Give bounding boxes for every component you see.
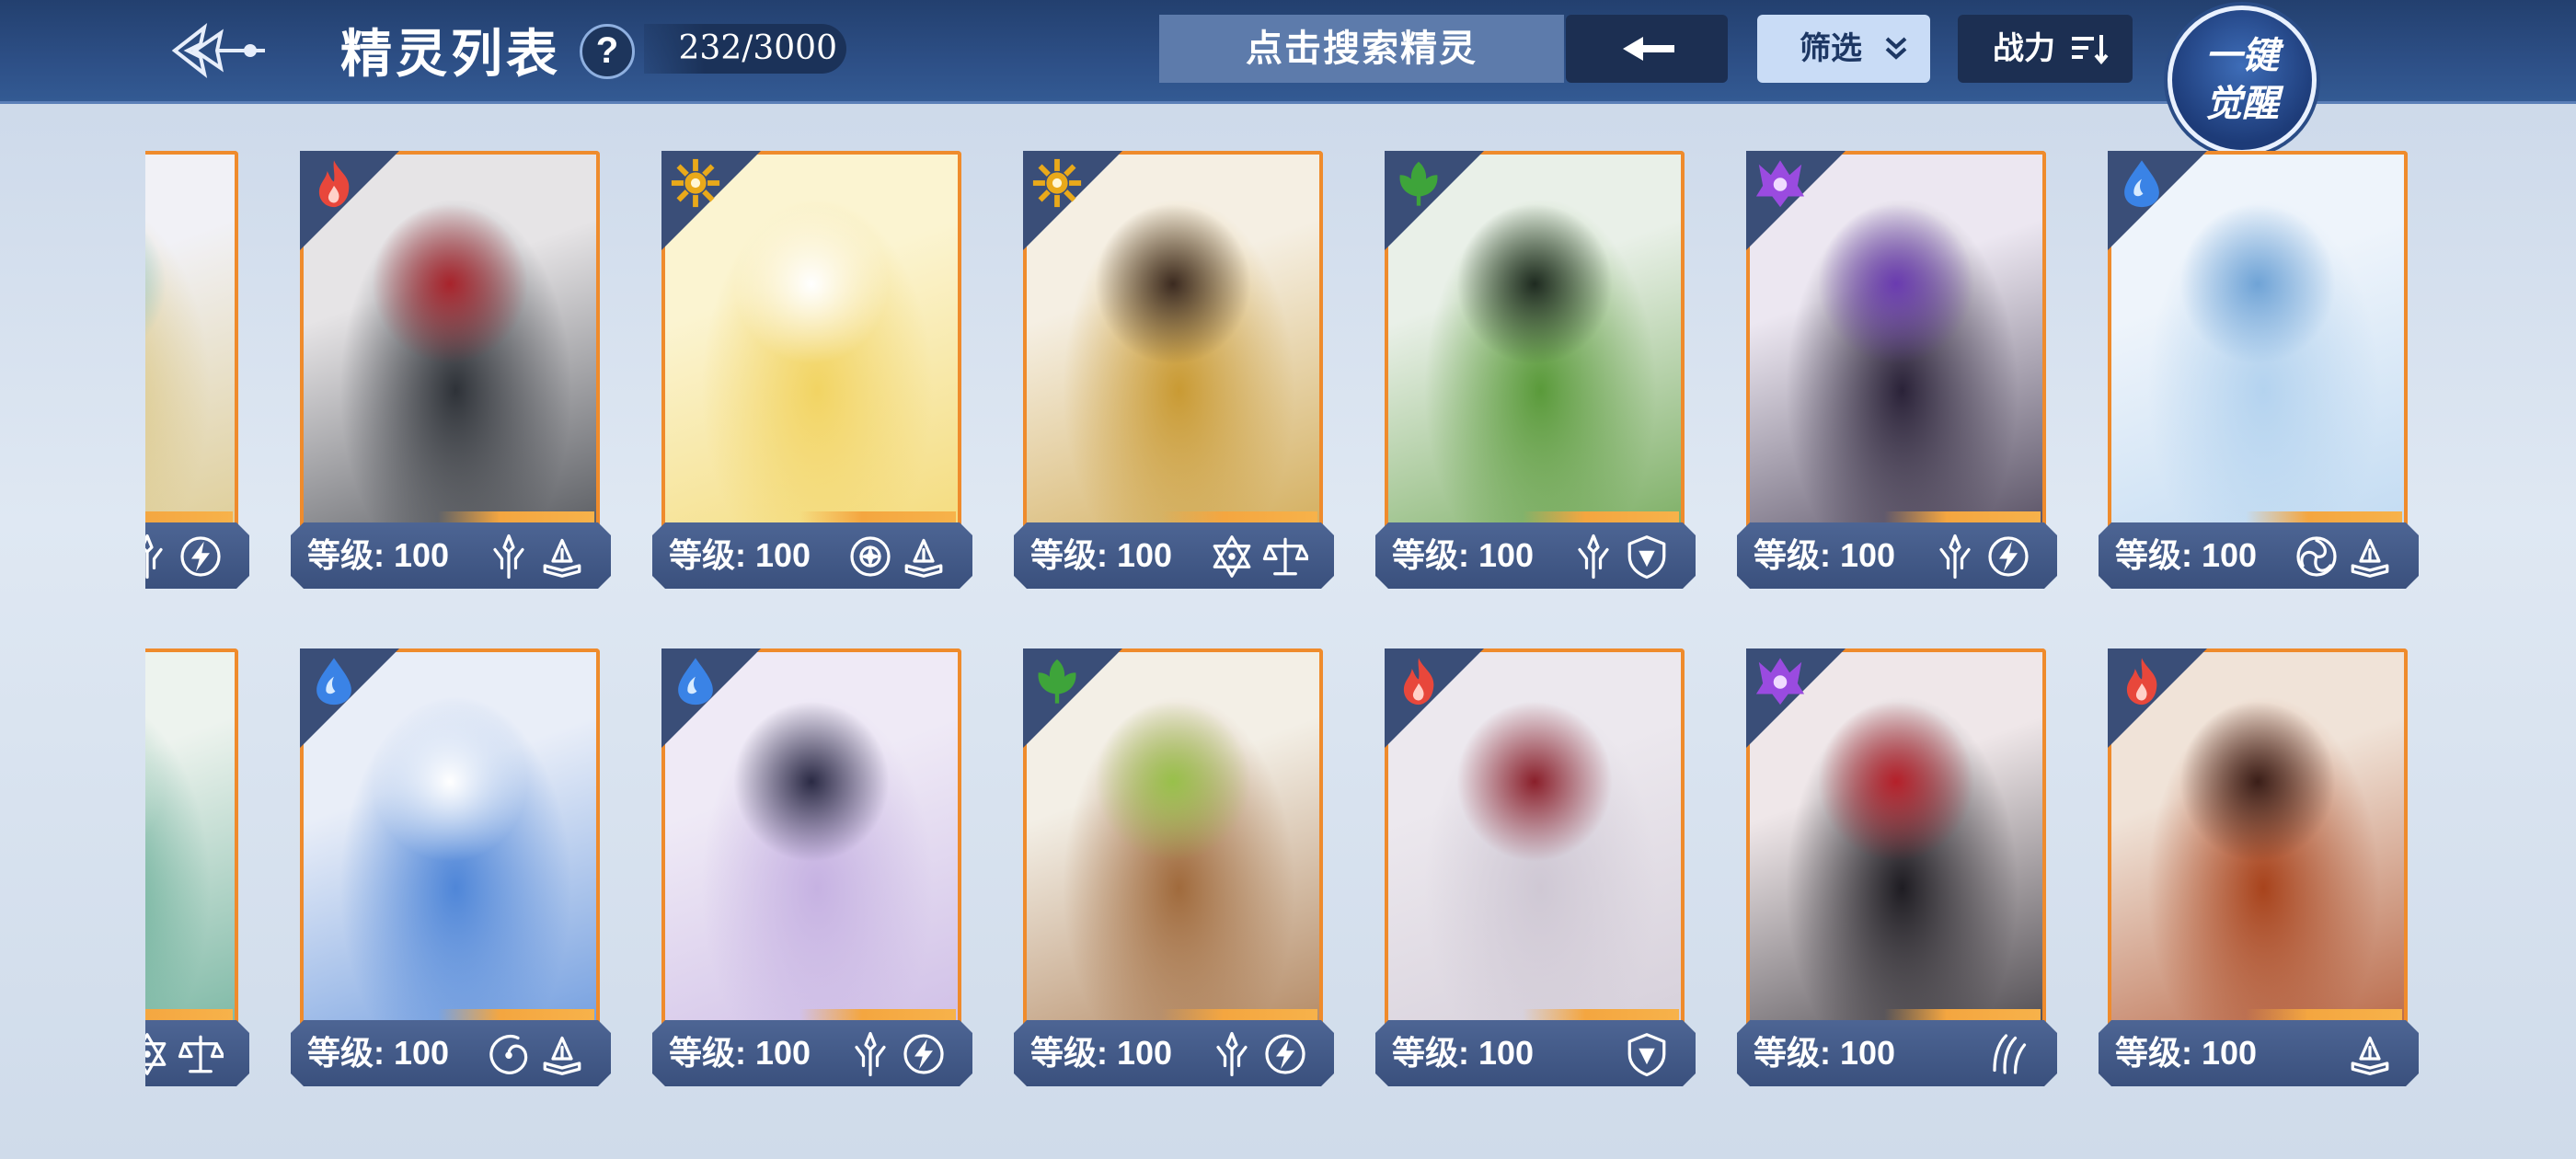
level-plate: 等级: 100 — [1737, 1020, 2057, 1086]
fire-element-icon — [307, 156, 361, 210]
grass-element-icon — [1392, 156, 1445, 210]
spirit-portrait-frame — [145, 648, 238, 1033]
book-icon — [901, 534, 947, 580]
spirit-card[interactable]: 等级: 100 — [291, 636, 611, 1086]
claw-icon — [1985, 1031, 2031, 1077]
spear-icon — [1209, 1031, 1255, 1077]
shield-icon — [1624, 534, 1670, 580]
spear-icon — [1570, 534, 1616, 580]
scale-icon — [178, 1031, 225, 1077]
star-icon — [1209, 534, 1255, 580]
spirit-card[interactable]: 等级: 100 — [2099, 138, 2419, 589]
spirit-card[interactable]: 等级: 100 — [652, 138, 972, 589]
spear-icon — [1932, 534, 1978, 580]
shield-icon — [1624, 1031, 1670, 1077]
spear-icon — [486, 534, 532, 580]
water-element-icon — [2115, 156, 2168, 210]
light-element-icon — [669, 156, 722, 210]
fire-element-icon — [1392, 654, 1445, 707]
light-element-icon — [1030, 156, 1084, 210]
dark-element-icon — [1754, 654, 1807, 707]
book-icon — [2347, 534, 2393, 580]
spirit-card[interactable]: 等级: 100 — [291, 138, 611, 589]
target-icon — [847, 534, 893, 580]
spear-icon — [145, 534, 170, 580]
water-element-icon — [307, 654, 361, 707]
level-plate: 等级: 100 — [652, 1020, 972, 1086]
lightning-icon — [1262, 1031, 1308, 1077]
scale-icon — [1262, 534, 1310, 580]
level-plate: 等级: 100 — [145, 522, 249, 589]
spirit-level: 等级: 100 — [1030, 536, 1173, 574]
spirit-portrait — [145, 652, 235, 1033]
spirit-card[interactable]: 等级: 100 — [1375, 138, 1696, 589]
level-plate: 等级: 100 — [1737, 522, 2057, 589]
spirit-portrait-frame — [145, 151, 238, 535]
level-plate: 等级: 100 — [1014, 522, 1334, 589]
spirit-level: 等级: 100 — [1392, 1034, 1535, 1072]
level-plate: 等级: 100 — [1375, 1020, 1696, 1086]
book-icon — [539, 534, 585, 580]
spirit-level: 等级: 100 — [669, 536, 811, 574]
spirit-card[interactable]: 等级: 100 — [1375, 636, 1696, 1086]
level-plate: 等级: 100 — [291, 1020, 611, 1086]
spirit-card[interactable]: 等级: 100 — [1737, 636, 2057, 1086]
spirit-level: 等级: 100 — [669, 1034, 811, 1072]
book-icon — [539, 1031, 585, 1077]
grass-element-icon — [1030, 654, 1084, 707]
level-plate: 等级: 100 — [1375, 522, 1696, 589]
spirit-grid: 等级: 100 等级: 100 等级: 100 等级: 100 等级: 100 等级: 1… — [0, 0, 2576, 1159]
spirit-level: 等级: 100 — [2115, 1034, 2258, 1072]
spirit-card[interactable]: 等级: 100 — [145, 138, 249, 589]
level-plate: 等级: 100 — [2099, 1020, 2419, 1086]
book-icon — [2347, 1031, 2393, 1077]
spirit-card[interactable]: 等级: 100 — [652, 636, 972, 1086]
spirit-card[interactable]: 等级: 100 — [2099, 636, 2419, 1086]
spirit-card[interactable]: 等级: 100 — [1014, 636, 1334, 1086]
lightning-icon — [178, 534, 224, 580]
spear-icon — [847, 1031, 893, 1077]
level-plate: 等级: 100 — [291, 522, 611, 589]
spirit-level: 等级: 100 — [1030, 1034, 1173, 1072]
water-element-icon — [669, 654, 722, 707]
spirit-level: 等级: 100 — [307, 1034, 450, 1072]
spirit-level: 等级: 100 — [1392, 536, 1535, 574]
dark-element-icon — [1754, 156, 1807, 210]
spirit-grid-viewport[interactable]: 等级: 100 等级: 100 等级: 100 等级: 100 等级: 100 等级: 1… — [145, 138, 2432, 1113]
vortex-icon — [486, 1031, 532, 1077]
spirit-card[interactable]: 等级: 100 — [1737, 138, 2057, 589]
swirl-icon — [2294, 534, 2340, 580]
spirit-level: 等级: 100 — [1754, 1034, 1896, 1072]
level-plate: 等级: 100 — [145, 1020, 249, 1086]
fire-element-icon — [2115, 654, 2168, 707]
spirit-level: 等级: 100 — [307, 536, 450, 574]
spirit-portrait — [145, 155, 235, 535]
lightning-icon — [1985, 534, 2031, 580]
level-plate: 等级: 100 — [2099, 522, 2419, 589]
spirit-card[interactable]: 等级: 100 — [1014, 138, 1334, 589]
lightning-icon — [901, 1031, 947, 1077]
level-plate: 等级: 100 — [652, 522, 972, 589]
spirit-level: 等级: 100 — [1754, 536, 1896, 574]
spirit-level: 等级: 100 — [2115, 536, 2258, 574]
level-plate: 等级: 100 — [1014, 1020, 1334, 1086]
spirit-card[interactable]: 等级: 100 — [145, 636, 249, 1086]
star-icon — [145, 1031, 170, 1077]
